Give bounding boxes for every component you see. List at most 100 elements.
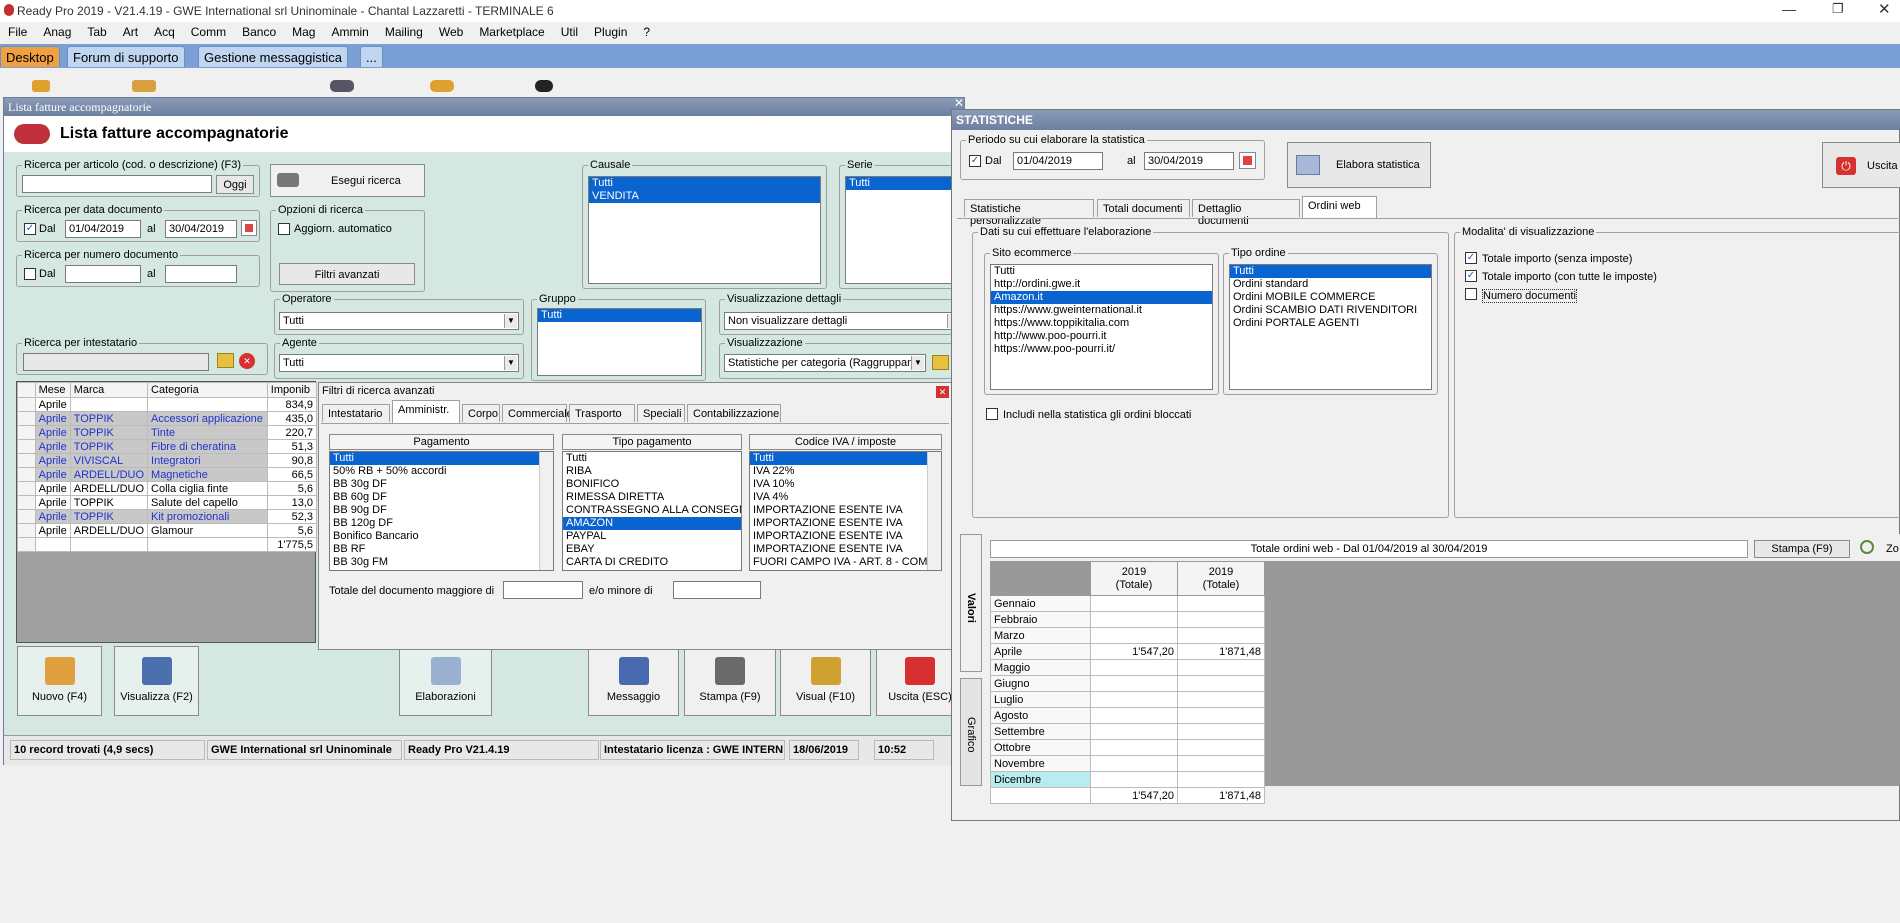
- oggi-button[interactable]: Oggi: [216, 175, 254, 194]
- filtri-avanzati-button[interactable]: Filtri avanzati: [279, 263, 415, 285]
- list-item[interactable]: IVA 22%: [750, 465, 941, 478]
- row-indicator[interactable]: [17, 495, 36, 510]
- chevron-down-icon[interactable]: ▼: [911, 356, 924, 370]
- menu-item[interactable]: Banco: [234, 22, 284, 39]
- close-icon[interactable]: ✕: [954, 96, 964, 110]
- list-item[interactable]: IMPORTAZIONE ESENTE IVA: [750, 504, 941, 517]
- elaborazioni-button[interactable]: Elaborazioni: [399, 646, 492, 716]
- desktop-icon[interactable]: [32, 80, 50, 92]
- list-item[interactable]: RIBA: [563, 465, 741, 478]
- numero-dal-input[interactable]: [65, 265, 141, 283]
- row-indicator[interactable]: [17, 425, 36, 440]
- articolo-input[interactable]: [22, 175, 212, 193]
- row-indicator[interactable]: [17, 411, 36, 426]
- zoom-icon[interactable]: [1860, 540, 1874, 554]
- column-header[interactable]: Imponib: [266, 382, 318, 398]
- filtri-tab[interactable]: Intestatario: [322, 404, 390, 422]
- list-item[interactable]: IMPORTAZIONE ESENTE IVA: [750, 543, 941, 556]
- report-row[interactable]: Giugno: [990, 675, 1265, 692]
- list-item[interactable]: IVA 10%: [750, 478, 941, 491]
- list-item[interactable]: IVA 4%: [750, 491, 941, 504]
- list-item[interactable]: Tutti: [1230, 265, 1431, 278]
- list-item[interactable]: Ordini standard: [1230, 278, 1431, 291]
- menu-item[interactable]: Marketplace: [471, 22, 552, 39]
- list-item[interactable]: CONTRASSEGNO ALLA CONSEGNA: [563, 504, 741, 517]
- stat-tab[interactable]: Ordini web: [1302, 196, 1377, 219]
- report-row[interactable]: Gennaio: [990, 595, 1265, 612]
- menu-item[interactable]: Mag: [284, 22, 323, 39]
- folder-icon[interactable]: [217, 353, 234, 368]
- stat-data-al-input[interactable]: 30/04/2019: [1144, 152, 1234, 170]
- report-row[interactable]: Ottobre: [990, 739, 1265, 756]
- uscita-button[interactable]: ⏻ Uscita: [1822, 142, 1900, 188]
- report-row[interactable]: Settembre: [990, 723, 1265, 740]
- visual-button[interactable]: Visual (F10): [780, 646, 871, 716]
- report-row[interactable]: Novembre: [990, 755, 1265, 772]
- visualizzazione-select[interactable]: Statistiche per categoria (Raggruppan ▼: [724, 354, 926, 372]
- list-item[interactable]: Ordini SCAMBIO DATI RIVENDITORI: [1230, 304, 1431, 317]
- desktop-icon[interactable]: [535, 80, 553, 92]
- close-icon[interactable]: ✕: [1878, 0, 1891, 18]
- list-item[interactable]: BB 30g DF: [330, 478, 553, 491]
- report-row[interactable]: Agosto: [990, 707, 1265, 724]
- list-item[interactable]: Tutti: [589, 177, 820, 190]
- stat-data-dal-input[interactable]: 01/04/2019: [1013, 152, 1103, 170]
- table-row[interactable]: Aprile ARDELL/DUO Magnetiche 66,5: [17, 467, 318, 482]
- row-indicator[interactable]: [17, 481, 36, 496]
- report-row[interactable]: Dicembre: [990, 771, 1265, 788]
- list-item[interactable]: Bonifico Bancario: [330, 530, 553, 543]
- row-indicator[interactable]: [17, 509, 36, 524]
- close-icon[interactable]: ✕: [936, 386, 949, 398]
- numero-al-input[interactable]: [165, 265, 237, 283]
- esegui-ricerca-button[interactable]: Esegui ricerca: [270, 164, 425, 197]
- table-row[interactable]: Aprile TOPPIK Fibre di cheratina 51,3: [17, 439, 318, 454]
- clear-icon[interactable]: ✕: [239, 353, 255, 369]
- periodo-dal-checkbox[interactable]: ✓: [969, 155, 981, 167]
- toptab[interactable]: ...: [360, 46, 383, 67]
- menu-item[interactable]: ?: [635, 22, 658, 39]
- list-item[interactable]: http://www.poo-pourri.it: [991, 330, 1212, 343]
- row-indicator[interactable]: [17, 537, 36, 552]
- chevron-down-icon[interactable]: ▼: [504, 356, 517, 370]
- tab-valori[interactable]: Valori: [960, 534, 982, 672]
- tipo-ordine-list[interactable]: Tutti Ordini standard Ordini MOBILE COMMER…: [1229, 264, 1432, 390]
- list-item[interactable]: PAYPAL: [563, 530, 741, 543]
- table-row[interactable]: Aprile TOPPIK Tinte 220,7: [17, 425, 318, 440]
- list-item[interactable]: BB RF: [330, 543, 553, 556]
- table-row[interactable]: Aprile ARDELL/DUO Colla ciglia finte 5,6: [17, 481, 318, 496]
- menu-item[interactable]: Util: [553, 22, 586, 39]
- list-item[interactable]: https://www.gweinternational.it: [991, 304, 1212, 317]
- menu-item[interactable]: Ammin: [323, 22, 376, 39]
- desktop-icon[interactable]: [330, 80, 354, 92]
- report-row[interactable]: Maggio: [990, 659, 1265, 676]
- list-item[interactable]: https://www.toppikitalia.com: [991, 317, 1212, 330]
- menu-item[interactable]: Art: [115, 22, 146, 39]
- modalita-checkbox[interactable]: ✓: [1465, 252, 1477, 264]
- modalita-checkbox[interactable]: ✓: [1465, 270, 1477, 282]
- menu-item[interactable]: File: [0, 22, 35, 39]
- list-item[interactable]: Tutti: [330, 452, 553, 465]
- dal-checkbox[interactable]: ✓: [24, 223, 36, 235]
- desktop-icon[interactable]: [430, 80, 454, 92]
- row-indicator[interactable]: [17, 467, 36, 482]
- stampa-button[interactable]: Stampa (F9): [1754, 540, 1850, 558]
- report-row[interactable]: Marzo: [990, 627, 1265, 644]
- table-row[interactable]: 1'775,5: [17, 537, 318, 552]
- list-item[interactable]: Ordini MOBILE COMMERCE: [1230, 291, 1431, 304]
- stat-tab[interactable]: Dettaglio documenti: [1192, 199, 1300, 227]
- list-item[interactable]: EBAY: [563, 543, 741, 556]
- data-al-input[interactable]: 30/04/2019: [165, 220, 237, 238]
- menu-item[interactable]: Mailing: [377, 22, 431, 39]
- report-row[interactable]: Febbraio: [990, 611, 1265, 628]
- list-item[interactable]: Tutti: [538, 309, 701, 322]
- menu-item[interactable]: Comm: [183, 22, 234, 39]
- list-item[interactable]: BB 120g DF: [330, 517, 553, 530]
- table-row[interactable]: Aprile TOPPIK Kit promozionali 52,3: [17, 509, 318, 524]
- list-item[interactable]: FUORI CAMPO IVA - ART. 8 - COMM: [750, 556, 941, 569]
- list-item[interactable]: http://ordini.gwe.it: [991, 278, 1212, 291]
- row-indicator[interactable]: [17, 439, 36, 454]
- list-item[interactable]: CARTA DI CREDITO: [563, 556, 741, 569]
- minimize-icon[interactable]: —: [1782, 1, 1796, 17]
- pagamento-list[interactable]: Tutti 50% RB + 50% accordi BB 30g DF BB 60g…: [329, 451, 554, 571]
- modalita-checkbox[interactable]: [1465, 288, 1477, 300]
